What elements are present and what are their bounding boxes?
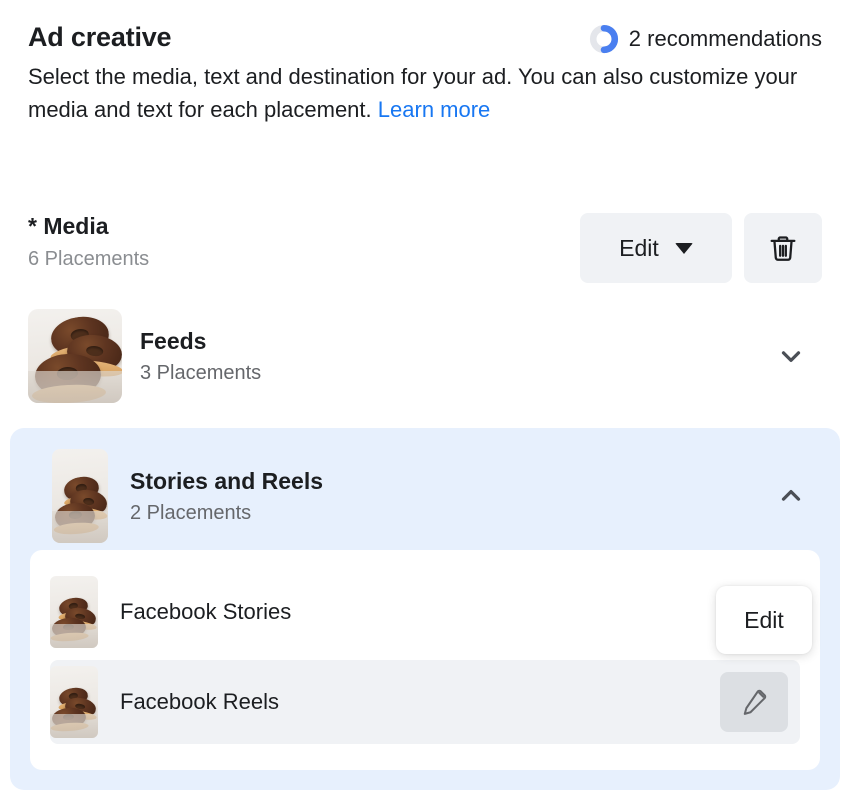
media-section: * Media 6 Placements Edit (28, 212, 822, 283)
facebook-stories-label: Facebook Stories (120, 599, 292, 624)
group-row-stories-and-reels[interactable]: Stories and Reels 2 Placements (52, 449, 822, 543)
facebook-reels-edit-button[interactable] (720, 672, 788, 732)
recommendations-indicator[interactable]: 2 recommendations (589, 20, 822, 54)
facebook-stories-edit-button[interactable]: Edit (716, 586, 812, 654)
feeds-title: Feeds (140, 327, 207, 354)
media-actions: Edit (580, 213, 822, 283)
media-edit-dropdown-button[interactable]: Edit (580, 213, 732, 283)
media-edit-button-label: Edit (619, 234, 659, 261)
facebook-stories-thumbnail (50, 576, 98, 648)
stories-and-reels-subtitle: 2 Placements (130, 501, 252, 524)
page-description: Select the media, text and destination f… (28, 60, 818, 126)
media-delete-button[interactable] (744, 213, 822, 283)
feeds-thumbnail (28, 309, 122, 403)
recommendations-label: 2 recommendations (628, 26, 822, 51)
media-title: * Media (28, 213, 109, 239)
pencil-icon (743, 689, 767, 715)
media-header-row: * Media 6 Placements Edit (28, 212, 822, 283)
header-top-row: Ad creative 2 recommendations (28, 20, 822, 54)
placement-row-facebook-stories[interactable]: Facebook Stories (50, 570, 800, 654)
ad-creative-page: Ad creative 2 recommendations Select the… (0, 0, 850, 811)
stories-and-reels-thumbnail (52, 449, 108, 543)
facebook-reels-thumbnail (50, 666, 98, 738)
learn-more-link[interactable]: Learn more (378, 97, 491, 122)
chevron-down-icon (674, 242, 693, 254)
stories-and-reels-title: Stories and Reels (130, 467, 324, 494)
page-title: Ad creative (28, 22, 172, 52)
progress-ring-icon (589, 24, 618, 54)
chevron-down-icon[interactable] (776, 341, 806, 371)
placement-row-facebook-reels[interactable]: Facebook Reels (50, 660, 800, 744)
trash-icon (770, 236, 796, 261)
media-placements-count: 6 Placements (28, 248, 150, 270)
group-row-feeds[interactable]: Feeds 3 Placements (28, 308, 822, 404)
facebook-reels-label: Facebook Reels (120, 689, 279, 714)
page-header: Ad creative 2 recommendations Select the… (28, 20, 822, 126)
media-header-text: * Media 6 Placements (28, 212, 149, 272)
chevron-up-icon[interactable] (776, 481, 806, 511)
placements-card: Facebook Stories Facebook Reels (30, 550, 820, 770)
stories-and-reels-row-text: Stories and Reels 2 Placements (130, 467, 754, 526)
feeds-row-text: Feeds 3 Placements (140, 327, 758, 386)
feeds-subtitle: 3 Placements (140, 361, 262, 384)
